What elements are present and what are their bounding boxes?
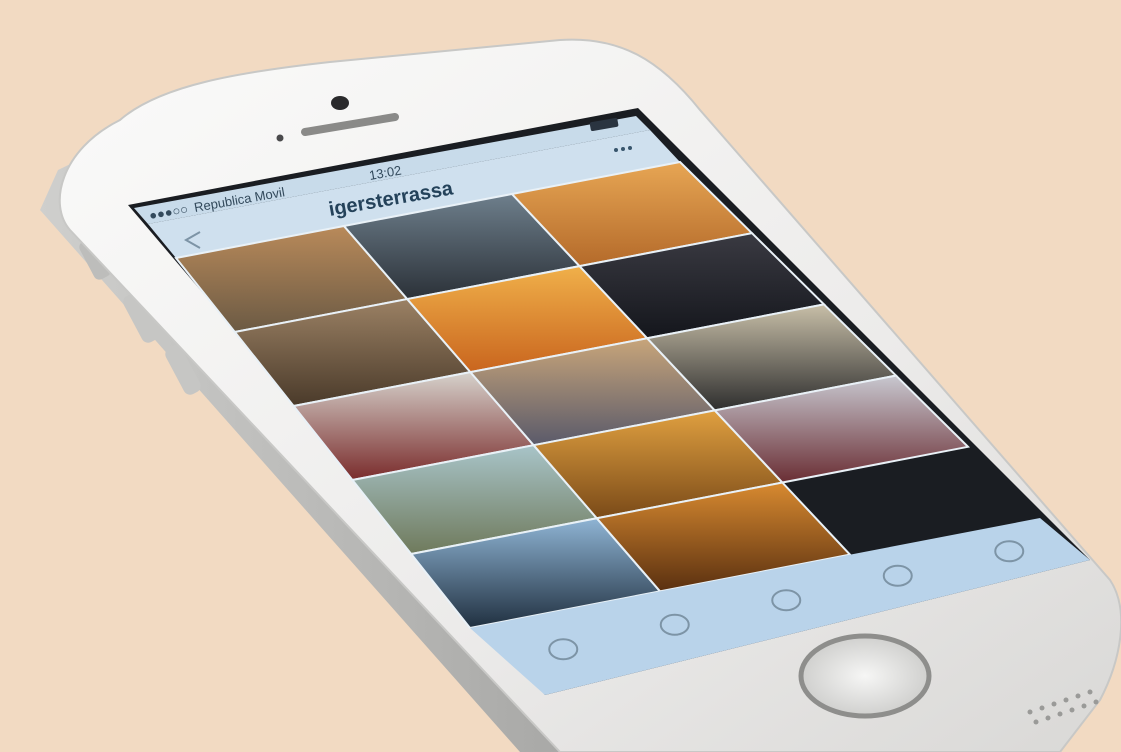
home-button[interactable] [798, 633, 932, 719]
front-camera [331, 96, 349, 110]
photo-scene: ●●●○○ Republica Movil 13:02 igersterrass… [0, 0, 1121, 752]
proximity-sensor [276, 134, 284, 142]
